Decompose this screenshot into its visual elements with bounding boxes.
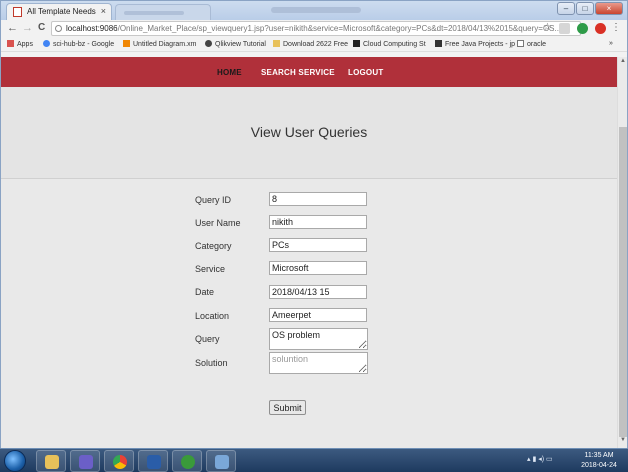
start-button[interactable]: [4, 450, 26, 472]
service-input[interactable]: [269, 261, 367, 275]
window-title-blurred: [271, 7, 361, 13]
nav-logout-link[interactable]: LOGOUT: [348, 68, 383, 77]
url-path: /Online_Market_Place/sp_viewquery1.jsp?u…: [117, 24, 562, 33]
page-header-band: View User Queries: [1, 87, 617, 179]
bookmark-scihub[interactable]: sci-hub-bz - Google: [43, 40, 114, 48]
date-input[interactable]: [269, 285, 367, 299]
minimize-button[interactable]: –: [557, 2, 575, 15]
page-title: View User Queries: [250, 124, 368, 140]
title-bar: All Template Needs × – □ ×: [1, 1, 627, 20]
browser-tab-active[interactable]: All Template Needs ×: [6, 3, 112, 20]
google-icon: [43, 40, 50, 47]
virtualbox-icon: [147, 455, 161, 469]
taskbar-clock[interactable]: 11:35 AM 2018-04-24: [574, 451, 624, 471]
tab-title: All Template Needs: [27, 7, 96, 16]
windows-taskbar: ▴ ▮ ◂) ▭ 11:35 AM 2018-04-24: [0, 448, 628, 472]
taskbar-explorer[interactable]: [36, 450, 66, 472]
browser-tab-inactive[interactable]: [115, 4, 211, 20]
bookmark-download[interactable]: Download 2622 Free: [273, 40, 348, 48]
query-textarea[interactable]: OS problem: [269, 328, 368, 350]
query-id-input[interactable]: [269, 192, 367, 206]
system-tray-icons[interactable]: ▴ ▮ ◂) ▭: [527, 455, 553, 463]
page-scrollbar[interactable]: ▲ ▼: [617, 57, 627, 448]
eclipse-icon: [79, 455, 93, 469]
drawio-icon: [123, 40, 130, 47]
top-navbar: HOME SEARCH SERVICE LOGOUT: [1, 57, 617, 87]
extension-icon[interactable]: [559, 23, 570, 34]
address-bar-row: ← → C localhost:9086/Online_Market_Place…: [1, 20, 627, 38]
back-arrow-icon[interactable]: ←: [7, 22, 18, 34]
bookmark-untitled-diagram[interactable]: Untitled Diagram.xm: [123, 40, 196, 48]
url-input[interactable]: localhost:9086/Online_Market_Place/sp_vi…: [51, 21, 581, 36]
page-favicon-icon: [13, 7, 22, 17]
page-icon: [517, 40, 524, 47]
bookmarks-bar: Apps sci-hub-bz - Google Untitled Diagra…: [1, 38, 627, 52]
b-icon: [353, 40, 360, 47]
bookmark-qlikview[interactable]: Qlikview Tutorial: [205, 40, 266, 48]
scroll-up-arrow-icon[interactable]: ▲: [619, 58, 627, 64]
window-controls: – □ ×: [557, 2, 623, 15]
close-window-button[interactable]: ×: [595, 2, 623, 15]
chrome-icon: [113, 455, 127, 469]
submit-button[interactable]: Submit: [269, 400, 306, 415]
taskbar-eclipse[interactable]: [70, 450, 100, 472]
location-input[interactable]: [269, 308, 367, 322]
clock-time: 11:35 AM: [584, 452, 614, 459]
category-input[interactable]: [269, 238, 367, 252]
bookmark-oracle[interactable]: oracle: [517, 40, 546, 48]
qlik-icon: [205, 40, 212, 47]
browser-menu-icon[interactable]: ⋮: [611, 22, 621, 33]
taskbar-notepad[interactable]: [206, 450, 236, 472]
page-viewport: HOME SEARCH SERVICE LOGOUT View User Que…: [1, 57, 617, 448]
info-icon[interactable]: [55, 25, 62, 32]
label-service: Service: [195, 264, 226, 274]
scroll-down-arrow-icon[interactable]: ▼: [619, 437, 627, 443]
tab-close-icon[interactable]: ×: [101, 6, 106, 16]
label-category: Category: [195, 241, 232, 251]
taskbar-virtualbox[interactable]: [138, 450, 168, 472]
solution-textarea[interactable]: [269, 352, 368, 374]
label-solution: Solution: [195, 358, 228, 368]
label-user-name: User Name: [195, 218, 241, 228]
t-icon: [435, 40, 442, 47]
forward-arrow-icon[interactable]: →: [22, 22, 33, 34]
bookmark-cloud-computing[interactable]: Cloud Computing St: [353, 40, 426, 48]
opera-icon[interactable]: [595, 23, 606, 34]
more-bookmarks-icon[interactable]: »: [609, 40, 613, 47]
qlikview-icon: [181, 455, 195, 469]
user-name-input[interactable]: [269, 215, 367, 229]
bookmark-star-icon[interactable]: ☆: [543, 22, 552, 33]
clock-date: 2018-04-24: [581, 462, 617, 469]
url-host: localhost:9086: [66, 24, 118, 33]
label-query: Query: [195, 334, 220, 344]
nav-search-service-link[interactable]: SEARCH SERVICE: [261, 68, 335, 77]
scroll-thumb[interactable]: [619, 127, 627, 437]
bookmark-apps[interactable]: Apps: [7, 40, 33, 48]
nav-home-link[interactable]: HOME: [217, 68, 242, 77]
notepad-icon: [215, 455, 229, 469]
folder-icon: [273, 40, 280, 47]
label-date: Date: [195, 287, 215, 297]
folder-icon: [45, 455, 59, 469]
label-location: Location: [195, 311, 230, 321]
reload-icon[interactable]: C: [38, 22, 45, 33]
grammarly-icon[interactable]: [577, 23, 588, 34]
taskbar-chrome[interactable]: [104, 450, 134, 472]
taskbar-qlikview[interactable]: [172, 450, 202, 472]
label-query-id: Query ID: [195, 195, 232, 205]
apps-grid-icon: [7, 40, 14, 47]
maximize-button[interactable]: □: [576, 2, 594, 15]
bookmark-free-java[interactable]: Free Java Projects - jp: [435, 40, 515, 48]
